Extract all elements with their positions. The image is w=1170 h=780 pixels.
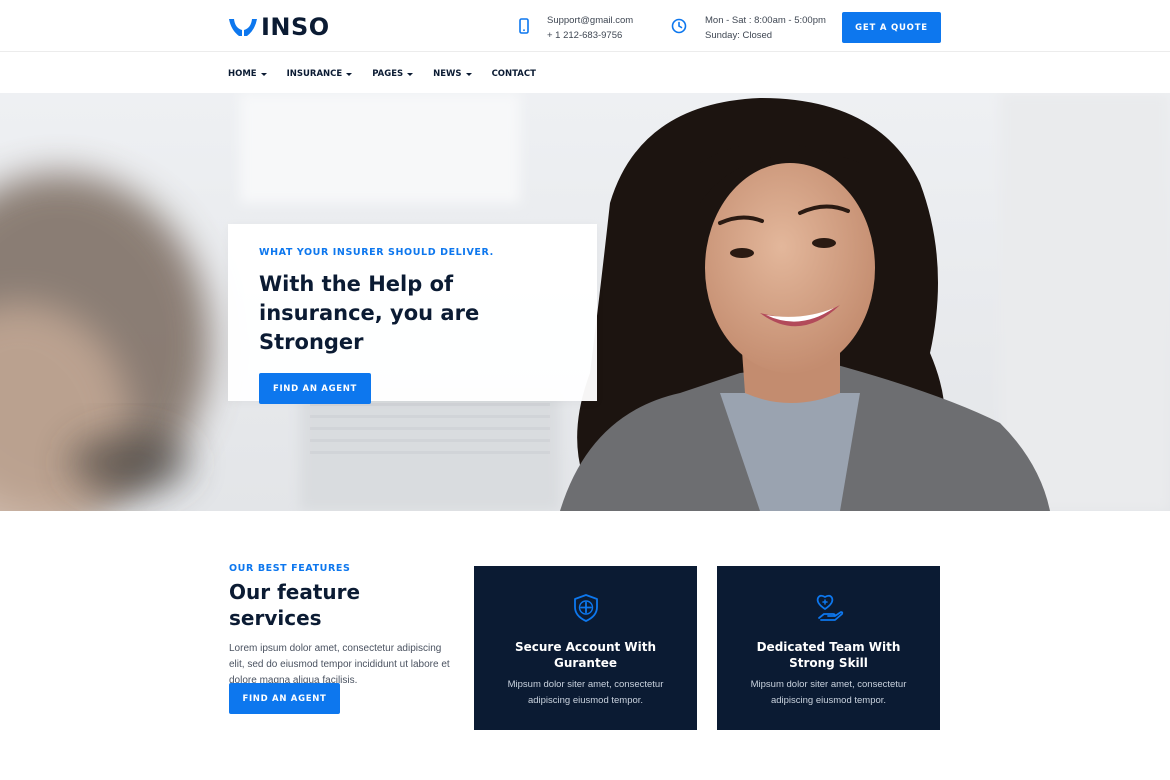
feature-card-title: Secure Account With Gurantee	[514, 640, 657, 670]
caret-down-icon	[260, 72, 267, 76]
nav-item-label: HOME	[228, 69, 257, 79]
support-phone[interactable]: + 1 212-683-9756	[547, 28, 633, 43]
caret-down-icon	[465, 72, 472, 76]
feature-card-text: Mipsum dolor siter amet, consectetur adi…	[750, 679, 907, 706]
hours-sunday: Sunday: Closed	[705, 30, 773, 41]
feature-card-secure-account[interactable]: Secure Account With Gurantee Mipsum dolo…	[474, 566, 697, 730]
clock-icon	[671, 18, 687, 34]
heart-hand-icon	[816, 594, 844, 621]
get-a-quote-button[interactable]: GET A QUOTE	[842, 12, 941, 43]
logo-text: INSO	[261, 13, 330, 41]
feature-card-title: Dedicated Team With Strong Skill	[756, 640, 901, 670]
logo[interactable]: INSO	[228, 14, 330, 40]
nav-item-label: INSURANCE	[286, 69, 343, 79]
logo-hands-icon	[229, 19, 257, 36]
contact-phone-block: Support@gmail.com + 1 212-683-9756	[515, 13, 633, 43]
nav-item-label: NEWS	[433, 69, 462, 79]
hero-card: WHAT YOUR INSURER SHOULD DELIVER. With t…	[228, 224, 597, 404]
mobile-phone-icon	[519, 18, 529, 34]
hero-title: With the Help of insurance, you are Stro…	[259, 272, 480, 354]
nav-item-insurance[interactable]: INSURANCE	[287, 64, 353, 84]
contact-hours-block: Mon - Sat : 8:00am - 5:00pm Sunday: Clos…	[670, 13, 826, 43]
nav-item-news[interactable]: NEWS	[433, 64, 472, 84]
features-intro: OUR BEST FEATURES Our feature services L…	[229, 563, 459, 689]
features-description: Lorem ipsum dolor amet, consectetur adip…	[229, 643, 450, 686]
features-find-agent-button[interactable]: FIND AN AGENT	[229, 683, 340, 714]
features-kicker: OUR BEST FEATURES	[229, 563, 351, 574]
hero-banner: WHAT YOUR INSURER SHOULD DELIVER. With t…	[0, 93, 1170, 511]
top-header: INSO Support@gmail.com + 1 212-683-9756 …	[0, 0, 1170, 52]
feature-card-text: Mipsum dolor siter amet, consectetur adi…	[507, 679, 664, 706]
hours-weekday: Mon - Sat : 8:00am - 5:00pm	[705, 15, 826, 26]
main-nav: HOME INSURANCE PAGES NEWS CONTACT	[228, 64, 556, 84]
nav-item-home[interactable]: HOME	[228, 64, 267, 84]
nav-item-label: PAGES	[372, 69, 404, 79]
feature-card-dedicated-team[interactable]: Dedicated Team With Strong Skill Mipsum …	[717, 566, 940, 730]
shield-plus-icon	[574, 594, 598, 622]
nav-item-pages[interactable]: PAGES	[372, 64, 414, 84]
nav-item-label: CONTACT	[491, 69, 536, 79]
caret-down-icon	[346, 72, 353, 76]
features-title: Our feature services	[229, 580, 361, 630]
hero-kicker: WHAT YOUR INSURER SHOULD DELIVER.	[259, 247, 494, 258]
nav-item-contact[interactable]: CONTACT	[492, 64, 536, 84]
support-email[interactable]: Support@gmail.com	[547, 13, 633, 28]
find-an-agent-button[interactable]: FIND AN AGENT	[259, 373, 371, 404]
caret-down-icon	[407, 72, 414, 76]
